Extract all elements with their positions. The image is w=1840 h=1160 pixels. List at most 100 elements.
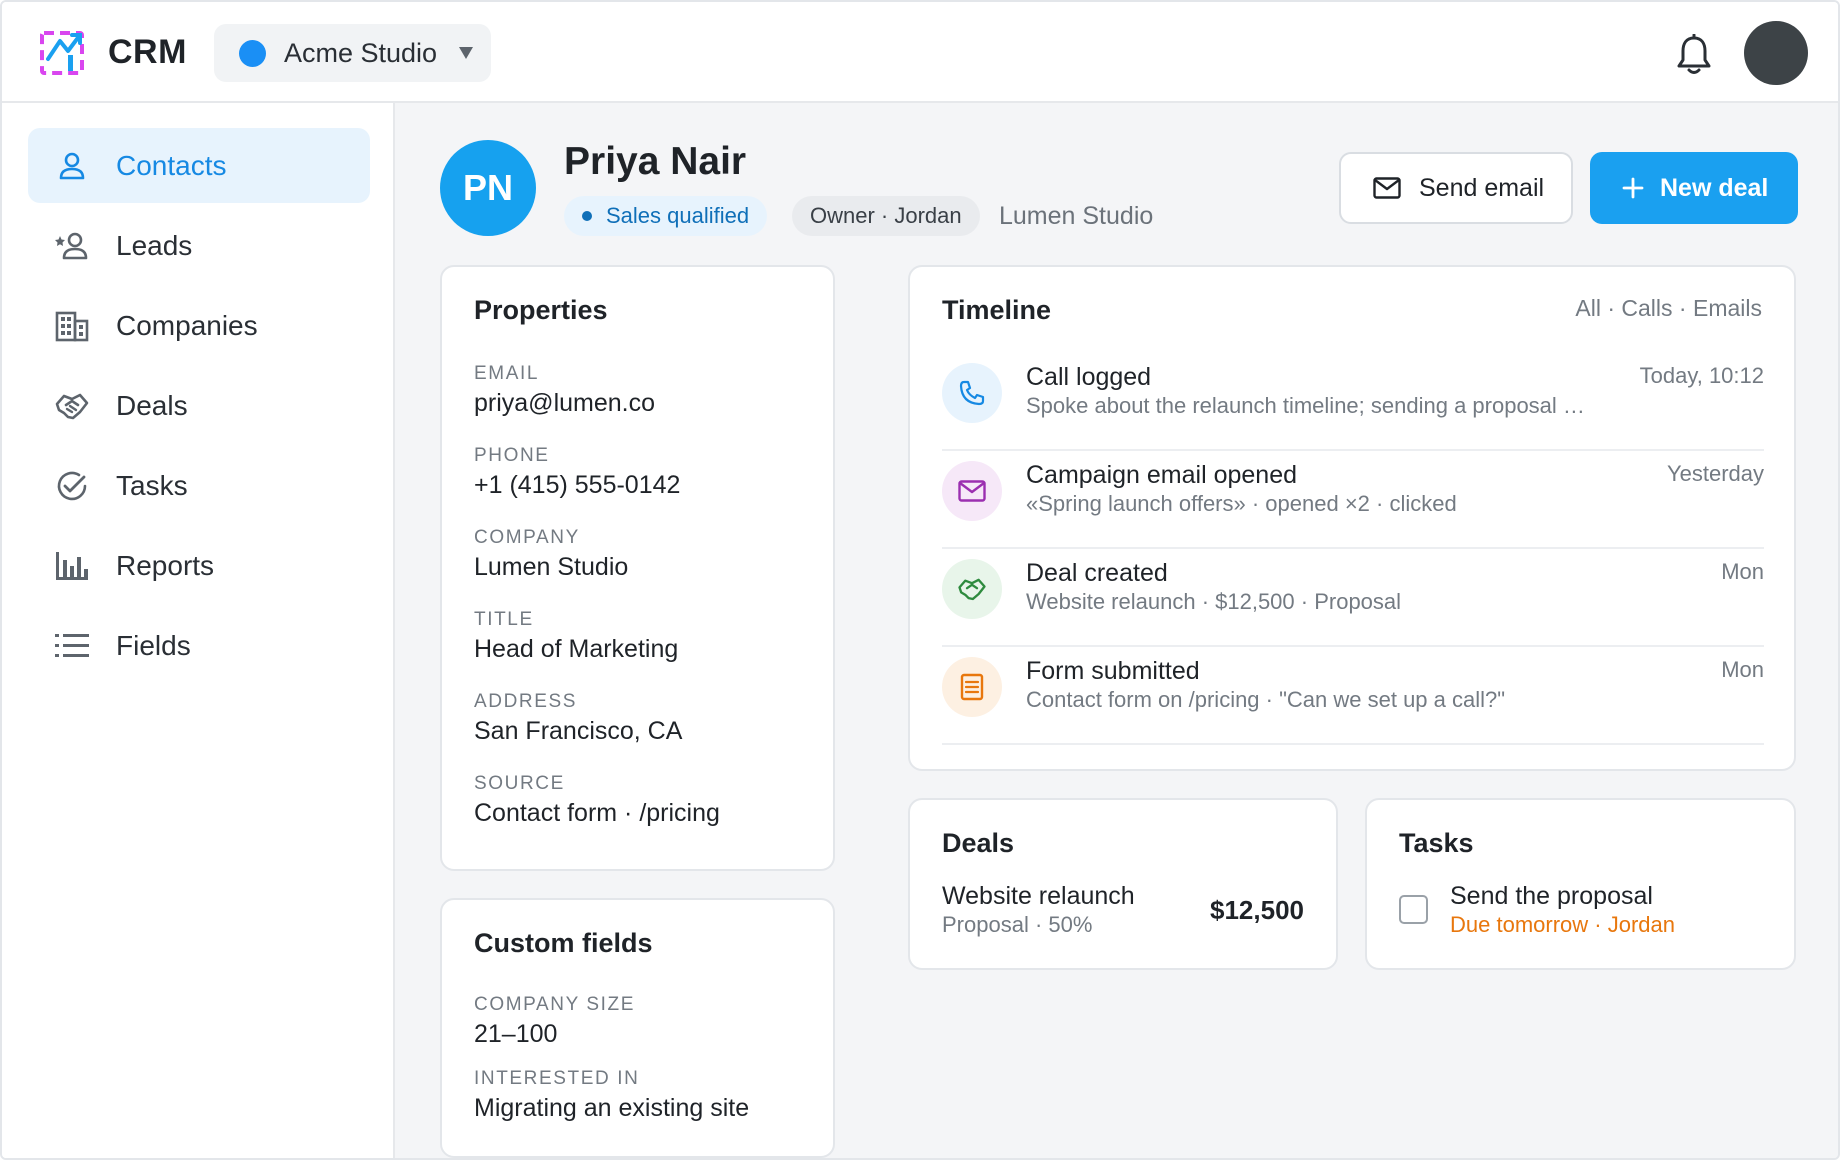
sidebar-item-label: Fields (116, 629, 191, 661)
sidebar-item-label: Tasks (116, 469, 188, 501)
bar-chart-icon (54, 548, 90, 584)
prop-value-source[interactable]: Contact form · /pricing (474, 799, 720, 828)
custom-label-company-size: COMPANY SIZE (474, 994, 636, 1015)
sidebar-item-leads[interactable]: Leads (28, 208, 370, 283)
timeline-item[interactable]: Form submitted Contact form on /pricing … (942, 647, 1764, 745)
building-icon (54, 308, 90, 344)
prop-label-email: EMAIL (474, 363, 540, 384)
contact-company[interactable]: Lumen Studio (999, 202, 1153, 231)
properties-title: Properties (474, 295, 608, 325)
workspace-color-dot (239, 39, 266, 67)
caret-down-icon (459, 47, 474, 59)
custom-fields-title: Custom fields (474, 928, 653, 958)
custom-value-interested-in[interactable]: Migrating an existing site (474, 1094, 749, 1123)
tasks-card: Tasks Send the proposal Due tomorrow · J… (1365, 798, 1796, 970)
timeline-item-subtitle: Website relaunch · $12,500 · Proposal (1026, 589, 1402, 614)
filter-all[interactable]: All (1575, 295, 1601, 321)
prop-label-phone: PHONE (474, 445, 550, 466)
filter-calls[interactable]: Calls (1621, 295, 1672, 321)
filter-separator: · (1672, 295, 1693, 321)
timeline-item-title: Form submitted (1026, 657, 1200, 685)
new-deal-button[interactable]: New deal (1590, 152, 1798, 224)
contact-name: Priya Nair (564, 140, 747, 183)
timeline-item-time: Mon (1721, 657, 1764, 682)
workspace-switcher[interactable]: Acme Studio (214, 24, 491, 82)
send-email-button[interactable]: Send email (1339, 152, 1573, 224)
workspace-name: Acme Studio (284, 37, 438, 68)
crm-logo-icon (40, 31, 84, 75)
mail-icon (1373, 177, 1401, 199)
timeline-item-time: Yesterday (1666, 461, 1764, 486)
app-name: CRM (108, 33, 187, 71)
owner-label: Owner · Jordan (810, 203, 962, 228)
prop-value-title[interactable]: Head of Marketing (474, 635, 678, 664)
tasks-title: Tasks (1399, 828, 1474, 858)
task-due: Due tomorrow · Jordan (1450, 912, 1675, 937)
sidebar-item-label: Deals (116, 389, 188, 421)
sidebar-item-label: Companies (116, 309, 258, 341)
timeline-item[interactable]: Call logged Spoke about the relaunch tim… (942, 353, 1764, 451)
custom-fields-card: Custom fields COMPANY SIZE 21–100 INTERE… (440, 898, 835, 1158)
sidebar-item-deals[interactable]: Deals (28, 368, 370, 443)
check-circle-icon (54, 468, 90, 504)
mail-icon (942, 461, 1002, 521)
status-badge[interactable]: Sales qualified (564, 196, 768, 236)
filter-separator: · (1600, 295, 1622, 321)
user-star-icon (54, 228, 90, 264)
custom-value-company-size[interactable]: 21–100 (474, 1020, 557, 1049)
timeline-item-time: Today, 10:12 (1639, 363, 1764, 388)
list-icon (54, 628, 90, 664)
sidebar-item-tasks[interactable]: Tasks (28, 448, 370, 523)
new-deal-label: New deal (1660, 173, 1769, 202)
top-bar: CRM Acme Studio (2, 2, 1838, 103)
prop-value-phone[interactable]: +1 (415) 555-0142 (474, 471, 680, 500)
form-icon (942, 657, 1002, 717)
deal-name[interactable]: Website relaunch (942, 882, 1135, 911)
custom-label-interested-in: INTERESTED IN (474, 1068, 640, 1089)
timeline-filters: All · Calls · Emails (1575, 295, 1762, 322)
properties-card: Properties EMAIL priya@lumen.co PHONE +1… (440, 265, 835, 871)
sidebar-item-reports[interactable]: Reports (28, 528, 370, 603)
timeline-title: Timeline (942, 295, 1052, 325)
task-checkbox[interactable] (1399, 895, 1428, 924)
owner-badge[interactable]: Owner · Jordan (792, 196, 980, 236)
timeline-item[interactable]: Campaign email opened «Spring launch off… (942, 451, 1764, 549)
send-email-label: Send email (1419, 173, 1545, 202)
prop-label-source: SOURCE (474, 773, 565, 794)
deal-amount: $12,500 (1210, 895, 1304, 925)
prop-value-email[interactable]: priya@lumen.co (474, 389, 655, 418)
timeline-card: Timeline All · Calls · Emails Call logge… (908, 265, 1796, 771)
timeline-item-title: Call logged (1026, 363, 1152, 391)
handshake-icon (942, 559, 1002, 619)
filter-emails[interactable]: Emails (1693, 295, 1762, 321)
timeline-item-title: Deal created (1026, 559, 1168, 587)
user-icon (54, 148, 90, 184)
bell-icon[interactable] (1674, 34, 1714, 76)
deals-title: Deals (942, 828, 1015, 858)
main-content: PN Priya Nair Sales qualified Owner · Jo… (395, 103, 1838, 1158)
sidebar-item-label: Contacts (116, 149, 227, 181)
user-avatar[interactable] (1744, 21, 1808, 85)
prop-value-company[interactable]: Lumen Studio (474, 553, 628, 582)
timeline-item-time: Mon (1721, 559, 1764, 584)
plus-icon (1622, 177, 1644, 199)
phone-icon (942, 363, 1002, 423)
sidebar-item-contacts[interactable]: Contacts (28, 128, 370, 203)
sidebar-item-fields[interactable]: Fields (28, 608, 370, 683)
sidebar-item-label: Leads (116, 229, 193, 261)
timeline-item-subtitle: Contact form on /pricing · "Can we set u… (1026, 687, 1506, 712)
handshake-icon (54, 388, 90, 424)
sidebar-item-companies[interactable]: Companies (28, 288, 370, 363)
timeline-item-subtitle: Spoke about the relaunch timeline; sendi… (1026, 393, 1585, 418)
status-dot (582, 211, 592, 221)
task-name[interactable]: Send the proposal (1450, 882, 1653, 911)
status-label: Sales qualified (606, 203, 750, 228)
timeline-item[interactable]: Deal created Website relaunch · $12,500 … (942, 549, 1764, 647)
contact-avatar: PN (440, 140, 536, 236)
prop-label-address: ADDRESS (474, 691, 578, 712)
app-window: CRM Acme Studio Contacts Leads Companies… (0, 0, 1840, 1160)
timeline-item-title: Campaign email opened (1026, 461, 1298, 489)
prop-label-title: TITLE (474, 609, 534, 630)
prop-value-address[interactable]: San Francisco, CA (474, 717, 682, 746)
deals-card: Deals Website relaunch Proposal · 50% $1… (908, 798, 1338, 970)
